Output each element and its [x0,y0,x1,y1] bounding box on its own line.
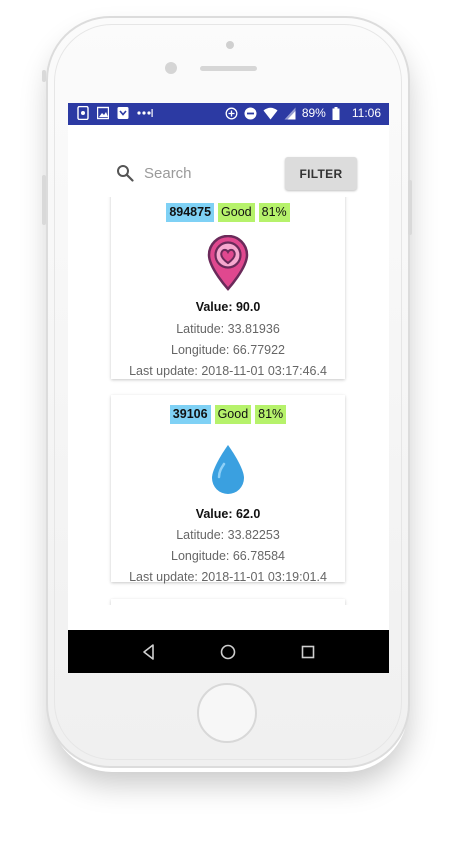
status-bar-right: 89% 11:06 [225,106,381,120]
sensor-latitude: Latitude: 33.82253 [176,528,280,542]
search-bar: FILTER [108,153,358,193]
proximity-sensor [165,62,177,74]
screen: 89% 11:06 FILTER 894875 Good 81% Value: [68,103,389,673]
status-badge: Good [214,405,252,424]
sensor-latitude: Latitude: 33.81936 [176,322,280,336]
screen-record-icon [77,106,89,120]
wifi-icon [263,107,278,119]
volume-up-button [42,70,46,82]
battery-icon [332,106,340,120]
front-camera [226,41,234,49]
percent-badge: 81% [255,405,287,424]
percent-badge: 81% [258,203,290,222]
clock: 11:06 [351,106,381,120]
home-icon[interactable] [219,643,237,661]
status-bar: 89% 11:06 [68,103,389,125]
do-not-disturb-icon [244,107,257,119]
power-button [408,180,412,235]
status-bar-left [77,106,153,120]
badge-row: 39106 Good 81% [111,405,345,424]
sensor-last-update: Last update: 2018-11-01 03:17:46.4 [129,364,327,378]
battery-percent: 89% [301,106,326,120]
search-icon[interactable] [116,164,134,182]
back-icon[interactable] [140,643,158,661]
sensor-last-update: Last update: 2018-11-01 03:19:01.4 [129,570,327,584]
filter-button[interactable]: FILTER [285,157,357,190]
volume-down-button [42,175,46,225]
search-input[interactable] [144,161,274,185]
sensor-card[interactable]: 39106 Good 81% Value: 62.0 Latitude: 33.… [111,395,345,584]
image-icon [97,106,109,120]
sensor-value: Value: 90.0 [195,300,261,314]
card-icon-wrap [111,443,345,497]
signal-icon [284,107,296,119]
navigation-bar [68,630,389,673]
download-icon [117,107,129,119]
recents-icon[interactable] [299,643,317,661]
more-notifications-icon [137,109,153,117]
sensor-longitude: Longitude: 66.78584 [171,549,285,563]
earpiece-speaker [200,66,257,71]
water-drop-icon [212,445,244,494]
sensor-card[interactable]: 894875 Good 81% Value: 90.0 Latitude: 33… [111,197,345,379]
sensor-card-partial[interactable] [111,599,345,605]
sensor-id-badge: 39106 [169,405,211,424]
badge-row: 894875 Good 81% [111,203,345,222]
heart-location-pin-icon [207,235,249,291]
status-badge: Good [218,203,255,222]
sensor-longitude: Longitude: 66.77922 [171,343,285,357]
sensor-list[interactable]: 894875 Good 81% Value: 90.0 Latitude: 33… [68,197,389,605]
data-saver-icon [225,107,238,119]
card-icon-wrap [111,235,345,291]
home-hardware-button[interactable] [197,683,257,743]
sensor-value: Value: 62.0 [195,507,261,521]
sensor-id-badge: 894875 [166,203,215,222]
